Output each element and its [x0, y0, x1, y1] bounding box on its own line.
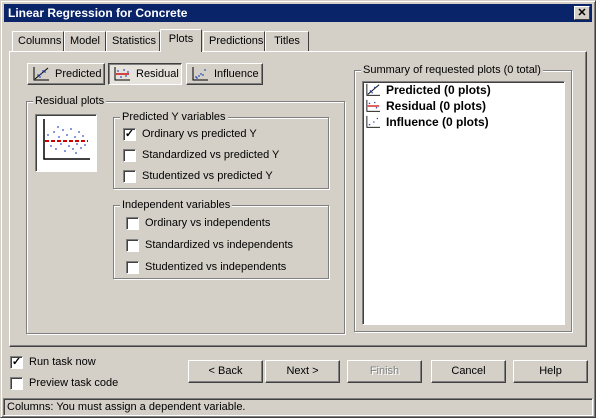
standardized-vs-predicted-label: Standardized vs predicted Y	[142, 149, 280, 161]
ordinary-vs-independents-label: Ordinary vs independents	[145, 217, 271, 229]
ordinary-vs-predicted-box[interactable]: ✓	[123, 127, 136, 141]
status-text: Columns: You must assign a dependent var…	[7, 401, 246, 413]
tab-predictions[interactable]: Predictions	[203, 31, 265, 51]
influence-plot-button[interactable]: Influence	[186, 63, 263, 85]
preview-task-code-label: Preview task code	[29, 377, 119, 389]
summary-residual-label: Residual (0 plots)	[386, 99, 487, 113]
run-task-now-label: Run task now	[29, 356, 96, 368]
tab-plots-label: Plots	[168, 33, 194, 45]
standardized-vs-independents-checkbox[interactable]: Standardized vs independents	[126, 237, 293, 253]
tab-statistics-label: Statistics	[112, 35, 157, 47]
predicted-plot-icon	[366, 83, 380, 96]
run-task-now-box[interactable]: ✓	[10, 355, 23, 369]
residual-plot-preview	[35, 114, 97, 172]
summary-item-residual[interactable]: Residual (0 plots)	[363, 98, 564, 114]
preview-task-code-box[interactable]	[10, 376, 23, 390]
studentized-vs-predicted-label: Studentized vs predicted Y	[142, 170, 273, 182]
back-button[interactable]: < Back	[188, 360, 263, 383]
back-button-label: < Back	[208, 365, 243, 377]
summary-predicted-label: Predicted (0 plots)	[386, 83, 491, 97]
predicted-y-label: Predicted Y variables	[120, 111, 228, 123]
summary-influence-label: Influence (0 plots)	[386, 115, 489, 129]
residual-plot-preview-image	[43, 119, 90, 160]
predicted-plot-icon	[33, 67, 49, 81]
close-button[interactable]: ✕	[574, 6, 590, 20]
summary-list[interactable]: Predicted (0 plots) Residual (0 plots) I…	[362, 81, 565, 325]
help-button[interactable]: Help	[513, 360, 588, 383]
studentized-vs-independents-box[interactable]	[126, 260, 139, 274]
tab-titles-label: Titles	[274, 35, 300, 47]
tab-columns-label: Columns	[18, 35, 62, 47]
status-bar: Columns: You must assign a dependent var…	[3, 398, 593, 416]
standardized-vs-predicted-box[interactable]	[123, 148, 136, 162]
next-button-label: Next >	[286, 365, 319, 377]
help-button-label: Help	[539, 365, 562, 377]
studentized-vs-independents-checkbox[interactable]: Studentized vs independents	[126, 259, 286, 275]
run-task-now-checkbox[interactable]: ✓ Run task now	[10, 354, 96, 370]
next-button[interactable]: Next >	[265, 360, 340, 383]
ordinary-vs-independents-box[interactable]	[126, 216, 139, 230]
summary-item-influence[interactable]: Influence (0 plots)	[363, 114, 564, 130]
predicted-plot-button[interactable]: Predicted	[27, 63, 105, 85]
finish-button-label: Finish	[369, 365, 400, 377]
tab-columns[interactable]: Columns	[12, 31, 64, 51]
residual-plot-icon	[366, 99, 380, 112]
summary-item-predicted[interactable]: Predicted (0 plots)	[363, 82, 564, 98]
independent-variables-label: Independent variables	[120, 199, 233, 211]
studentized-vs-independents-label: Studentized vs independents	[145, 261, 287, 273]
residual-plot-icon	[114, 67, 130, 81]
summary-label: Summary of requested plots (0 total)	[361, 64, 543, 76]
standardized-vs-predicted-checkbox[interactable]: Standardized vs predicted Y	[123, 147, 279, 163]
ordinary-vs-independents-checkbox[interactable]: Ordinary vs independents	[126, 215, 270, 231]
ordinary-vs-predicted-label: Ordinary vs predicted Y	[142, 128, 257, 140]
cancel-button[interactable]: Cancel	[431, 360, 506, 383]
residual-plots-label: Residual plots	[33, 95, 107, 107]
tab-titles[interactable]: Titles	[265, 31, 309, 51]
title-bar: Linear Regression for Concrete ✕	[4, 4, 592, 22]
ordinary-vs-predicted-checkbox[interactable]: ✓ Ordinary vs predicted Y	[123, 126, 257, 142]
influence-button-label: Influence	[214, 68, 259, 80]
residual-plot-button[interactable]: Residual	[108, 63, 182, 85]
dialog-window: Linear Regression for Concrete ✕ Columns…	[0, 0, 596, 418]
window-title: Linear Regression for Concrete	[8, 6, 188, 20]
standardized-vs-independents-box[interactable]	[126, 238, 139, 252]
tab-model[interactable]: Model	[64, 31, 106, 51]
close-icon: ✕	[577, 7, 587, 19]
influence-plot-icon	[366, 115, 380, 128]
studentized-vs-predicted-checkbox[interactable]: Studentized vs predicted Y	[123, 168, 273, 184]
predicted-button-label: Predicted	[55, 68, 102, 80]
preview-task-code-checkbox[interactable]: Preview task code	[10, 375, 118, 391]
tab-plots[interactable]: Plots	[160, 29, 202, 52]
residual-button-label: Residual	[136, 68, 179, 80]
finish-button: Finish	[347, 360, 422, 383]
tab-model-label: Model	[70, 35, 100, 47]
cancel-button-label: Cancel	[451, 365, 486, 377]
standardized-vs-independents-label: Standardized vs independents	[145, 239, 293, 251]
tab-predictions-label: Predictions	[209, 35, 264, 47]
influence-plot-icon	[192, 67, 208, 81]
tab-statistics[interactable]: Statistics	[106, 31, 160, 51]
studentized-vs-predicted-box[interactable]	[123, 169, 136, 183]
